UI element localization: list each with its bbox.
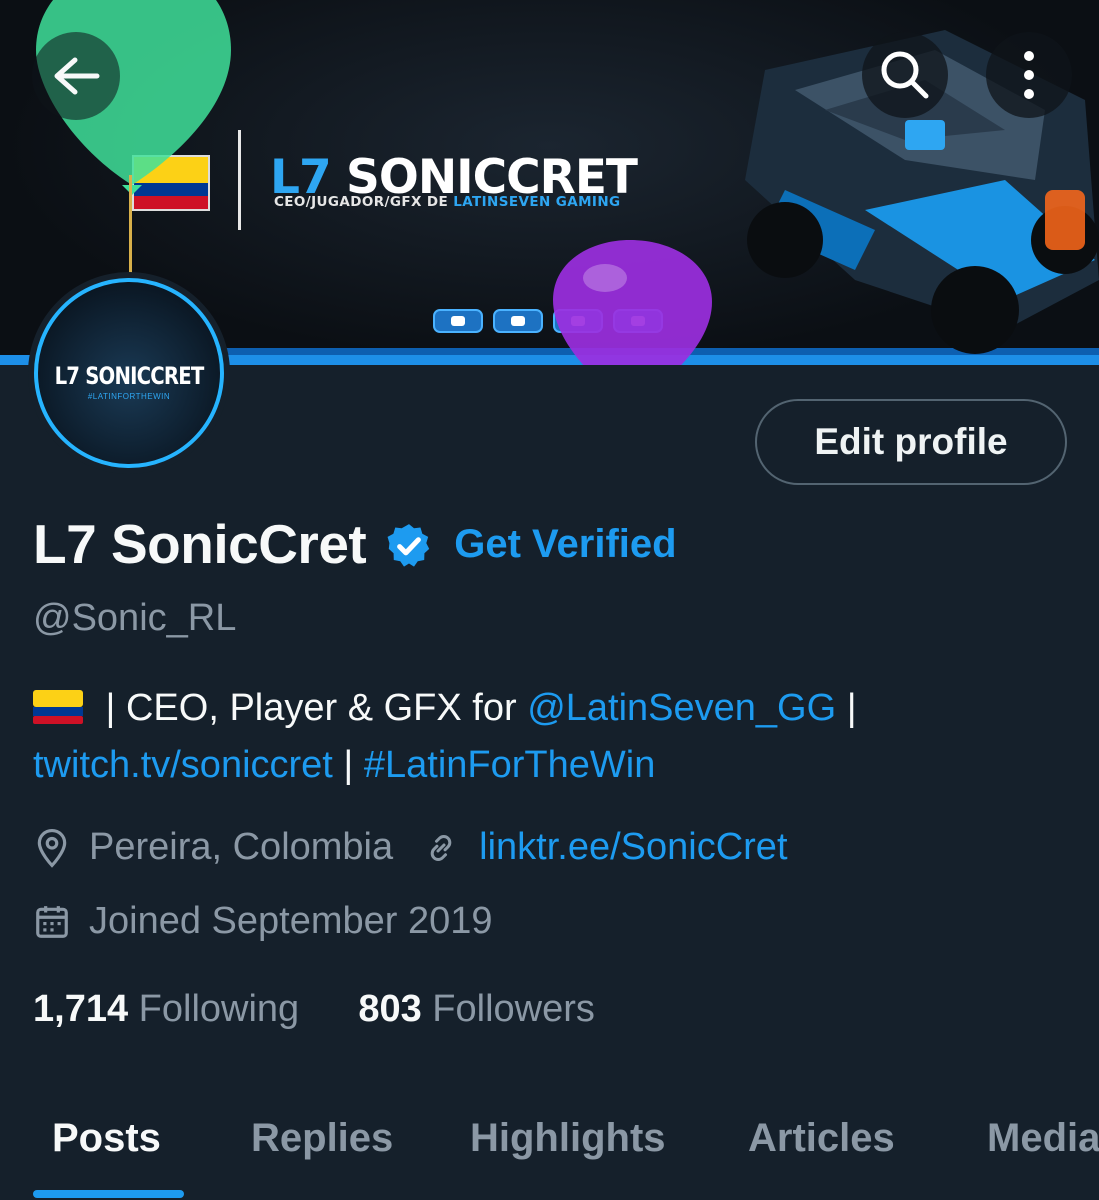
profile-tabs: Posts Replies Highlights Articles Media (0, 1090, 1099, 1200)
avatar-logo-text: L7 SONICCRET (54, 362, 205, 390)
followers-stat[interactable]: 803 Followers (358, 988, 595, 1030)
more-options-button[interactable] (986, 32, 1072, 118)
profile-joined-date: Joined September 2019 (89, 900, 493, 942)
following-stat[interactable]: 1,714 Following (33, 988, 299, 1030)
edit-profile-button[interactable]: Edit profile (755, 399, 1067, 485)
tab-replies[interactable]: Replies (251, 1116, 393, 1161)
profile-stats: 1,714 Following 803 Followers (33, 988, 595, 1031)
display-name: L7 SonicCret (33, 513, 367, 575)
calendar-icon (36, 905, 68, 938)
active-tab-indicator (33, 1190, 184, 1198)
followers-label: Followers (432, 988, 595, 1030)
tab-media[interactable]: Media (987, 1116, 1099, 1161)
name-row: L7 SonicCret Get Verified (33, 512, 677, 576)
more-vertical-icon (1024, 51, 1034, 99)
avatar[interactable]: L7 SONICCRET #LATINFORTHEWIN (28, 272, 230, 474)
user-handle: @Sonic_RL (33, 597, 237, 639)
search-icon (881, 51, 929, 99)
avatar-logo-subtext: #LATINFORTHEWIN (87, 392, 171, 401)
banner-brand-subtitle: CEO/JUGADOR/GFX DE LATINSEVEN GAMING (274, 194, 621, 210)
twitter-icon (433, 309, 483, 333)
profile-bio: | CEO, Player & GFX for @LatinSeven_GG |… (33, 680, 1083, 794)
bio-hashtag-link[interactable]: #LatinForTheWin (364, 744, 655, 786)
get-verified-link[interactable]: Get Verified (454, 522, 676, 567)
link-icon (430, 834, 452, 861)
following-label: Following (138, 988, 300, 1030)
verified-badge-icon[interactable] (384, 521, 434, 571)
tab-articles[interactable]: Articles (748, 1116, 895, 1161)
bio-mention-link[interactable]: @LatinSeven_GG (527, 687, 836, 729)
followers-count: 803 (358, 988, 422, 1030)
colombia-flag-emoji-icon (33, 690, 83, 724)
banner-divider (238, 130, 241, 230)
following-count: 1,714 (33, 988, 129, 1030)
back-button[interactable] (32, 32, 120, 120)
profile-website-link[interactable]: linktr.ee/SonicCret (479, 826, 787, 869)
bio-separator: | (332, 744, 364, 786)
bio-text-1: | CEO, Player & GFX for (95, 687, 528, 729)
tab-highlights[interactable]: Highlights (470, 1116, 666, 1161)
twitch-icon (493, 309, 543, 333)
bio-twitch-link[interactable]: twitch.tv/soniccret (33, 744, 333, 786)
banner-subtitle-part1: CEO/JUGADOR/GFX DE (274, 194, 454, 210)
bio-text-2: | (836, 687, 857, 729)
profile-meta-joined-row: Joined September 2019 (33, 900, 493, 943)
search-button[interactable] (862, 32, 948, 118)
profile-location: Pereira, Colombia (89, 826, 394, 868)
profile-meta-location-row: Pereira, Colombia linktr.ee/SonicCret (33, 826, 788, 869)
location-pin-icon (37, 828, 67, 868)
arrow-left-icon (54, 57, 100, 95)
tab-posts[interactable]: Posts (52, 1116, 161, 1161)
banner-subtitle-part2: LATINSEVEN GAMING (453, 194, 621, 210)
avatar-image: L7 SONICCRET #LATINFORTHEWIN (34, 278, 224, 468)
purple-balloon-decoration (553, 240, 712, 365)
